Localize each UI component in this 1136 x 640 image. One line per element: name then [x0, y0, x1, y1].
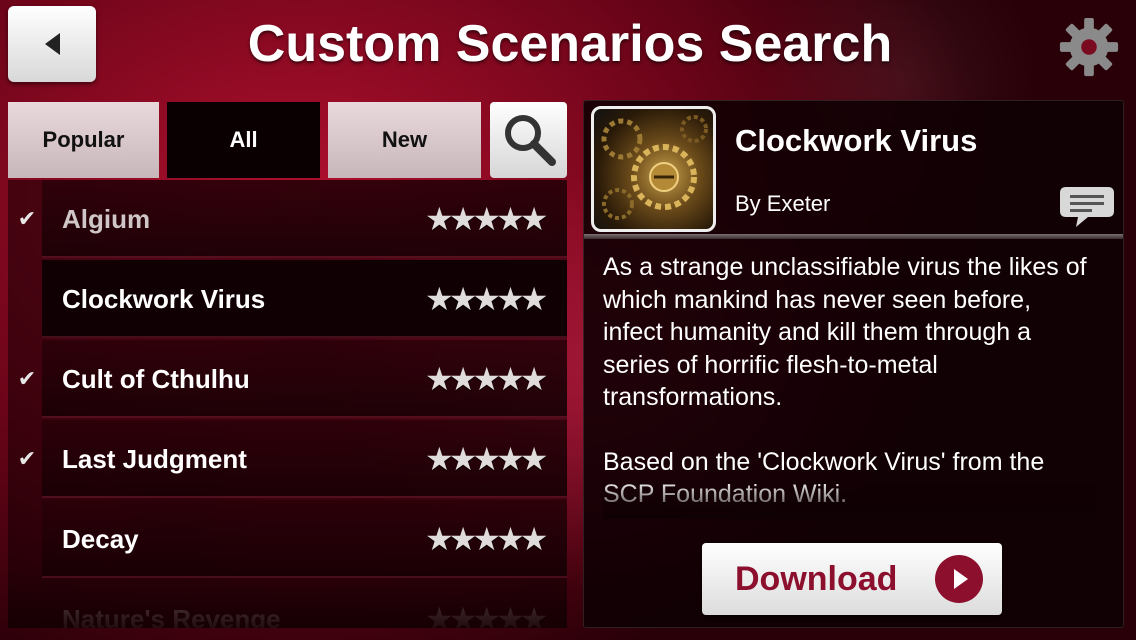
list-item[interactable]: Algium ★★★★★ [42, 180, 567, 258]
divider [584, 234, 1123, 239]
star-rating: ★★★★★ [425, 204, 548, 234]
clockwork-gears-image [601, 115, 708, 220]
search-icon [504, 115, 556, 166]
back-button[interactable] [8, 6, 96, 82]
star-rating: ★★★★★ [425, 524, 548, 554]
check-icon: ✔ [17, 446, 37, 471]
list-item[interactable]: Last Judgment ★★★★★ [42, 420, 567, 498]
tab-popular-label: Popular [42, 127, 125, 152]
tab-new-label: New [381, 127, 428, 152]
download-button[interactable]: Download [702, 543, 1002, 615]
comment-icon[interactable] [1058, 183, 1116, 231]
scenario-author: By Exeter [735, 191, 831, 216]
description-fade [603, 479, 1097, 519]
page-title: Custom Scenarios Search [247, 15, 893, 73]
check-icon: ✔ [17, 366, 37, 391]
tab-all-label: All [229, 127, 258, 152]
list-item[interactable]: Cult of Cthulhu ★★★★★ [42, 340, 567, 418]
tab-all[interactable]: All [167, 102, 320, 178]
star-rating: ★★★★★ [425, 444, 548, 474]
tab-popular[interactable]: Popular [8, 102, 159, 178]
list-item-name: Nature's Revenge [62, 604, 281, 628]
description-paragraph: As a strange unclassifiable virus the li… [603, 253, 1087, 411]
list-item-name: Clockwork Virus [62, 284, 266, 314]
play-arrow-icon [935, 555, 983, 603]
scenario-detail-panel: Clockwork Virus By Exeter As a strange u… [583, 100, 1124, 628]
search-button[interactable] [490, 102, 567, 178]
back-arrow-icon [44, 33, 60, 55]
star-rating: ★★★★★ [425, 284, 548, 314]
scenario-thumbnail [591, 106, 716, 232]
check-icon: ✔ [17, 206, 37, 231]
tab-new[interactable]: New [328, 102, 481, 178]
list-item-name: Last Judgment [62, 444, 247, 474]
list-item-selected[interactable]: Clockwork Virus ★★★★★ [42, 260, 567, 338]
list-item-name: Algium [62, 204, 151, 234]
scenario-list[interactable]: ✔ Algium ★★★★★ Clockwork Virus ★★★★★ ✔ C… [8, 180, 567, 628]
list-item[interactable]: Nature's Revenge ★★★★★ [42, 580, 567, 628]
star-rating: ★★★★★ [425, 364, 548, 394]
list-item-name: Decay [62, 524, 139, 554]
list-item-name: Cult of Cthulhu [62, 364, 250, 394]
list-item[interactable]: Decay ★★★★★ [42, 500, 567, 578]
download-label: Download [735, 560, 898, 598]
scenario-title: Clockwork Virus [735, 123, 978, 158]
gear-icon[interactable] [1058, 16, 1120, 78]
star-rating: ★★★★★ [425, 604, 548, 628]
